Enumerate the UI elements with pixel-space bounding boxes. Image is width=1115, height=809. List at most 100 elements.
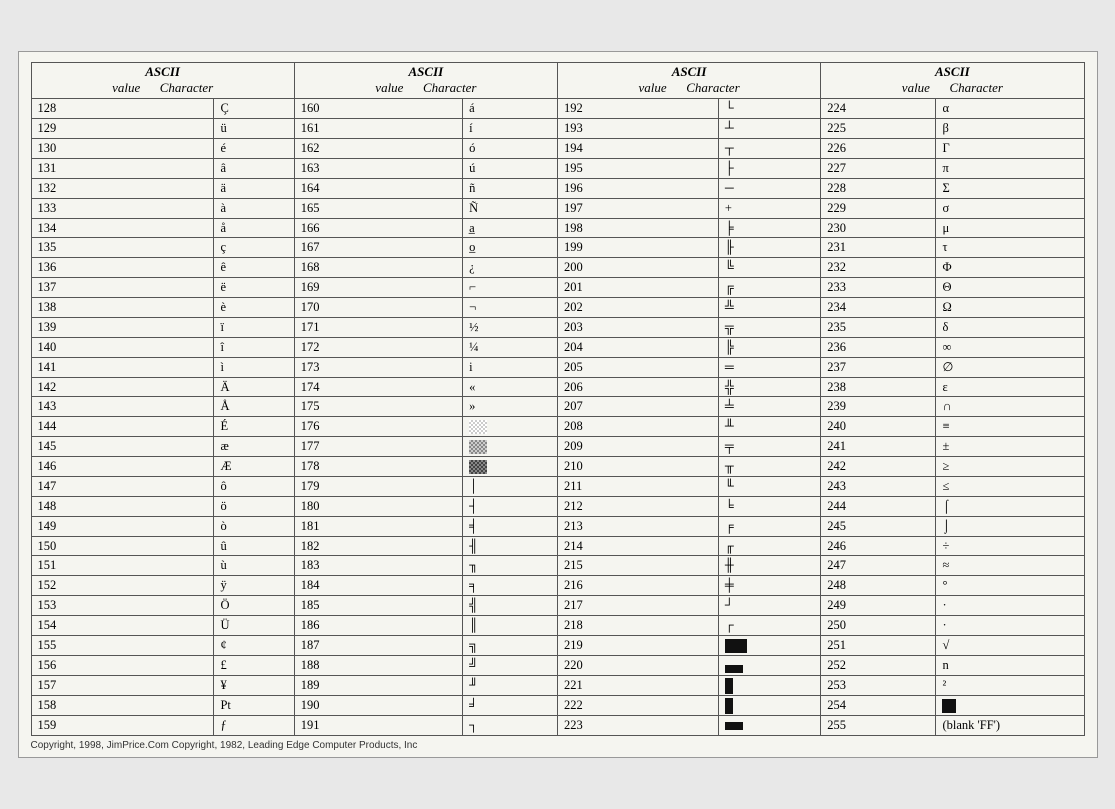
row-21-col3-value: 213 [557, 516, 718, 536]
row-5-col2-char: Ñ [463, 198, 558, 218]
row-26-col1-char: Ü [214, 616, 294, 636]
row-19-col1-value: 147 [31, 476, 214, 496]
row-28-col2-value: 188 [294, 655, 462, 675]
row-19-col4-char: ≤ [936, 476, 1084, 496]
row-16-col2-value: 176 [294, 417, 462, 437]
col3-header: ASCII value Character [557, 63, 820, 99]
row-10-col4-char: Ω [936, 298, 1084, 318]
row-9-col3-value: 201 [557, 278, 718, 298]
row-26-col3-value: 218 [557, 616, 718, 636]
row-23-col1-char: ù [214, 556, 294, 576]
table-row: 151ù183╖215╫247≈ [31, 556, 1084, 576]
row-8-col4-char: Φ [936, 258, 1084, 278]
ascii-table: ASCII value Character ASCII value Charac… [31, 62, 1085, 736]
row-15-col2-char: » [463, 397, 558, 417]
row-0-col4-value: 224 [821, 99, 936, 119]
row-20-col3-value: 212 [557, 496, 718, 516]
row-5-col4-value: 229 [821, 198, 936, 218]
row-5-col1-value: 133 [31, 198, 214, 218]
row-29-col1-char: ¥ [214, 675, 294, 695]
row-25-col2-char: ╣ [463, 596, 558, 616]
row-14-col2-value: 174 [294, 377, 462, 397]
row-9-col2-value: 169 [294, 278, 462, 298]
row-10-col4-value: 234 [821, 298, 936, 318]
row-23-col2-char: ╖ [463, 556, 558, 576]
table-row: 139ï171½203╦235δ [31, 317, 1084, 337]
table-row: 145æ177209╤241± [31, 437, 1084, 457]
row-14-col1-value: 142 [31, 377, 214, 397]
row-11-col3-value: 203 [557, 317, 718, 337]
row-1-col1-char: ü [214, 119, 294, 139]
row-26-col3-char: ┌ [718, 616, 820, 636]
row-24-col3-char: ╪ [718, 576, 820, 596]
row-0-col3-char: └ [718, 99, 820, 119]
row-0-col3-value: 192 [557, 99, 718, 119]
row-31-col2-value: 191 [294, 715, 462, 735]
row-10-col2-char: ¬ [463, 298, 558, 318]
row-4-col3-value: 196 [557, 178, 718, 198]
row-11-col2-value: 171 [294, 317, 462, 337]
row-12-col4-value: 236 [821, 337, 936, 357]
row-29-col3-char [718, 675, 820, 695]
row-31-col4-value: 255 [821, 715, 936, 735]
row-7-col3-char: ╟ [718, 238, 820, 258]
row-8-col4-value: 232 [821, 258, 936, 278]
row-29-col3-value: 221 [557, 675, 718, 695]
col1-char-header: Character [160, 80, 213, 95]
row-6-col4-char: μ [936, 218, 1084, 238]
col4-value-header: value [902, 80, 930, 95]
row-0-col1-char: Ç [214, 99, 294, 119]
row-22-col3-char: ╓ [718, 536, 820, 556]
row-5-col3-value: 197 [557, 198, 718, 218]
copyright-text: Copyright, 1998, JimPrice.Com Copyright,… [31, 740, 1085, 751]
row-17-col4-value: 241 [821, 437, 936, 457]
row-24-col1-value: 152 [31, 576, 214, 596]
row-5-col4-char: σ [936, 198, 1084, 218]
row-3-col1-value: 131 [31, 158, 214, 178]
row-19-col2-value: 179 [294, 476, 462, 496]
row-7-col1-char: ç [214, 238, 294, 258]
row-8-col2-char: ¿ [463, 258, 558, 278]
row-3-col3-char: ├ [718, 158, 820, 178]
row-24-col2-char: ╕ [463, 576, 558, 596]
row-11-col1-char: ï [214, 317, 294, 337]
row-13-col1-value: 141 [31, 357, 214, 377]
row-26-col2-value: 186 [294, 616, 462, 636]
row-23-col2-value: 183 [294, 556, 462, 576]
row-18-col3-value: 210 [557, 457, 718, 477]
row-30-col2-value: 190 [294, 695, 462, 715]
row-4-col2-char: ñ [463, 178, 558, 198]
row-22-col4-char: ÷ [936, 536, 1084, 556]
row-15-col3-value: 207 [557, 397, 718, 417]
row-8-col1-char: ê [214, 258, 294, 278]
row-2-col1-value: 130 [31, 139, 214, 159]
row-24-col4-char: ° [936, 576, 1084, 596]
row-25-col4-value: 249 [821, 596, 936, 616]
row-22-col4-value: 246 [821, 536, 936, 556]
row-7-col2-value: 167 [294, 238, 462, 258]
row-13-col3-char: ═ [718, 357, 820, 377]
row-27-col3-char [718, 635, 820, 655]
row-2-col4-value: 226 [821, 139, 936, 159]
row-16-col1-char: É [214, 417, 294, 437]
row-2-col2-char: ó [463, 139, 558, 159]
table-row: 156£188╝220252n [31, 655, 1084, 675]
row-1-col2-char: í [463, 119, 558, 139]
row-12-col1-value: 140 [31, 337, 214, 357]
row-28-col4-char: n [936, 655, 1084, 675]
row-18-col2-value: 178 [294, 457, 462, 477]
row-30-col1-value: 158 [31, 695, 214, 715]
row-15-col2-value: 175 [294, 397, 462, 417]
row-20-col2-value: 180 [294, 496, 462, 516]
table-row: 130é162ó194┬226Γ [31, 139, 1084, 159]
row-31-col3-value: 223 [557, 715, 718, 735]
row-19-col2-char: │ [463, 476, 558, 496]
row-2-col3-value: 194 [557, 139, 718, 159]
row-23-col3-value: 215 [557, 556, 718, 576]
table-row: 140î172¼204╠236∞ [31, 337, 1084, 357]
row-27-col2-value: 187 [294, 635, 462, 655]
row-19-col3-char: ╙ [718, 476, 820, 496]
row-10-col3-value: 202 [557, 298, 718, 318]
row-1-col3-char: ┴ [718, 119, 820, 139]
row-24-col1-char: ÿ [214, 576, 294, 596]
